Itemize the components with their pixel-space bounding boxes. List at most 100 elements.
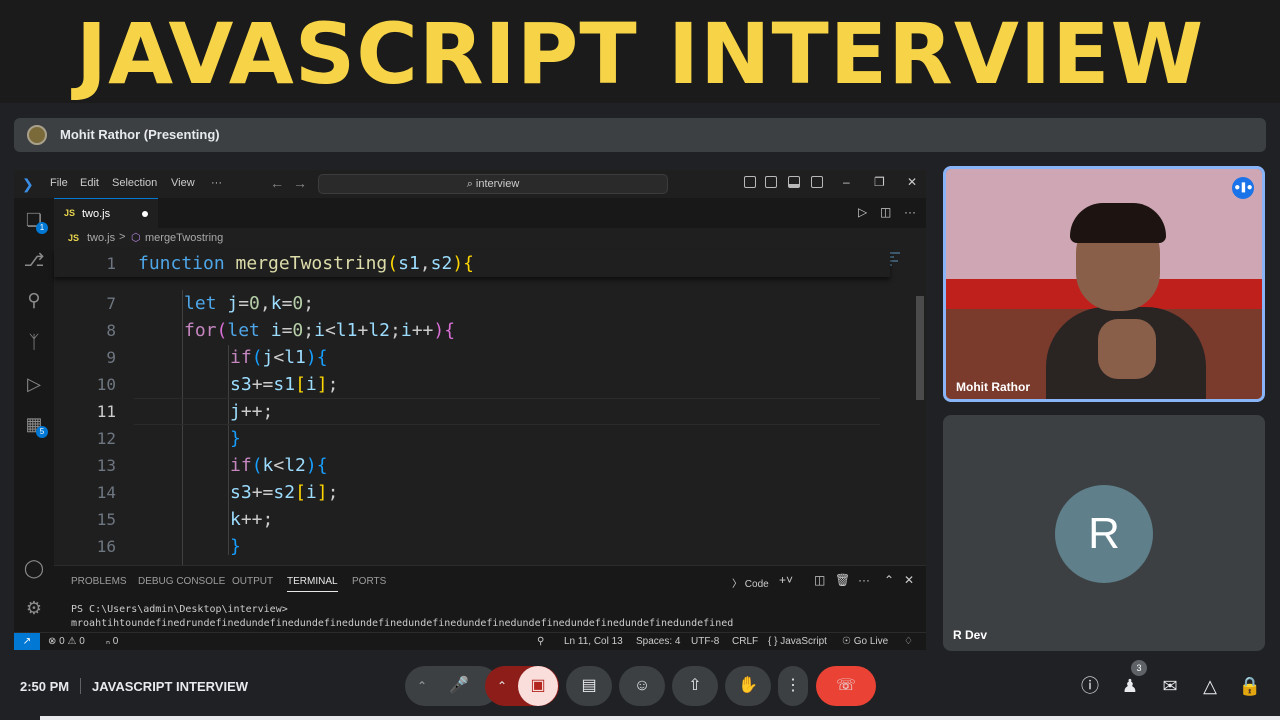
more-options-button[interactable]: ⋮ [778, 666, 808, 706]
settings-gear-icon[interactable]: ⚙ [22, 596, 46, 620]
code-line-7: 7 let j=0,k=0; [54, 290, 890, 317]
meeting-info-icon[interactable]: ⓘ [1078, 674, 1102, 698]
line-number: 11 [96, 402, 116, 421]
host-controls-icon[interactable]: 🔒 [1238, 674, 1262, 698]
editor-more-icon[interactable]: ··· [904, 205, 916, 219]
status-eol[interactable]: CRLF [732, 636, 758, 647]
minimize-icon[interactable]: – [843, 175, 850, 189]
code-line-12: 12 } [54, 425, 890, 452]
extensions-icon[interactable]: ▦ 5 [22, 412, 48, 438]
toggle-panel-icon[interactable] [788, 176, 800, 188]
close-panel-icon[interactable]: ✕ [904, 573, 914, 587]
raise-hand-button[interactable]: ✋ [725, 666, 771, 706]
restore-icon[interactable]: ❐ [874, 175, 885, 189]
new-terminal-icon[interactable]: +˅ [779, 573, 793, 587]
present-screen-button[interactable]: ⇧ [672, 666, 718, 706]
chat-icon[interactable]: ✉ [1158, 674, 1182, 698]
panel-tab-ports[interactable]: PORTS [352, 576, 386, 587]
meeting-time: 2:50 PM [20, 679, 70, 694]
participant-tile-mohit[interactable]: ●❚● Mohit Rathor [943, 166, 1265, 402]
panel-tab-problems[interactable]: PROBLEMS [71, 576, 127, 587]
hand-icon: ✋ [738, 677, 758, 694]
toggle-sidebar-icon[interactable] [765, 176, 777, 188]
close-window-icon[interactable]: ✕ [907, 175, 917, 189]
remote-indicator-icon[interactable]: ↗ [14, 633, 40, 650]
unsaved-dot-icon[interactable] [142, 211, 148, 217]
line-number: 9 [106, 348, 116, 367]
command-center-search[interactable]: ⌕ interview [318, 174, 668, 194]
captions-button[interactable]: ▤ [566, 666, 612, 706]
account-icon[interactable]: ◯ [22, 556, 46, 580]
tab-label: two.js [82, 208, 111, 220]
emoji-reactions-button[interactable]: ☺ [619, 666, 665, 706]
breadcrumb-separator: > [119, 231, 126, 243]
status-indentation[interactable]: Spaces: 4 [636, 636, 680, 647]
forward-arrow-icon[interactable]: → [293, 175, 307, 191]
camera-off-button[interactable]: ▣ [518, 666, 558, 706]
run-file-icon[interactable]: ▷ [858, 205, 867, 219]
people-icon[interactable]: ♟ [1118, 674, 1142, 698]
tab-two-js[interactable]: JS two.js [54, 198, 158, 228]
breadcrumb-symbol[interactable]: mergeTwostring [145, 232, 223, 244]
source-tree-icon[interactable]: ⎇ [22, 248, 46, 272]
status-encoding[interactable]: UTF-8 [691, 636, 719, 647]
editor-scrollbar[interactable] [916, 296, 924, 400]
audio-options-chevron-icon[interactable]: ⌃ [417, 666, 427, 706]
speaking-indicator-icon: ●❚● [1232, 177, 1254, 199]
menu-edit[interactable]: Edit [80, 177, 99, 189]
go-live-button[interactable]: ☉ Go Live [842, 636, 888, 647]
microphone-icon[interactable]: 🎤 [449, 666, 469, 706]
status-problems[interactable]: ⊗ 0 ⚠ 0 [48, 636, 85, 647]
zoom-icon[interactable]: ⚲ [537, 636, 544, 647]
code-line-10: 10 s3+=s1[i]; [54, 371, 890, 398]
more-vert-icon: ⋮ [785, 677, 801, 694]
present-icon: ⇧ [688, 677, 702, 694]
source-control-icon[interactable]: ᛉ [22, 330, 46, 354]
panel-tab-terminal[interactable]: TERMINAL [287, 576, 338, 592]
participant-name: Mohit Rathor [956, 380, 1030, 394]
search-icon[interactable]: ⚲ [22, 288, 46, 312]
code-editor[interactable]: 1 function mergeTwostring(s1,s2){ 7 let … [54, 250, 926, 565]
panel-tab-debug-console[interactable]: DEBUG CONSOLE [138, 576, 225, 587]
code-line-16: 16 } [54, 533, 890, 560]
maximize-panel-icon[interactable]: ⌃ [884, 573, 894, 587]
split-editor-icon[interactable]: ◫ [880, 205, 891, 219]
toggle-secondary-sidebar-icon[interactable] [811, 176, 823, 188]
leave-call-button[interactable]: ☏ [816, 666, 876, 706]
sticky-scroll-line[interactable]: 1 function mergeTwostring(s1,s2){ [54, 250, 890, 277]
split-terminal-icon[interactable]: ◫ [814, 573, 825, 587]
menu-view[interactable]: View [171, 177, 195, 189]
customize-layout-icon[interactable] [744, 176, 756, 188]
activities-icon[interactable]: △ [1198, 674, 1222, 698]
panel-more-icon[interactable]: ··· [858, 573, 870, 587]
notifications-bell-icon[interactable]: ♢ [904, 636, 913, 647]
video-options-chevron-icon[interactable]: ⌃ [497, 666, 507, 706]
breadcrumb-file[interactable]: two.js [87, 232, 115, 244]
menu-file[interactable]: File [50, 177, 68, 189]
participant-tile-r-dev[interactable]: R R Dev [943, 415, 1265, 651]
hang-up-icon: ☏ [835, 677, 856, 694]
camera-off-icon: ▣ [530, 677, 546, 694]
code-text: for(let i=0;i<l1+l2;i++){ [184, 320, 456, 341]
presenting-label: Mohit Rathor (Presenting) [60, 127, 220, 142]
bottom-progress-line [40, 716, 1280, 720]
menu-selection[interactable]: Selection [112, 177, 157, 189]
line-number: 7 [106, 294, 116, 313]
menu-more[interactable]: ··· [211, 177, 222, 189]
status-ports[interactable]: ₙ 0 [106, 636, 118, 647]
back-arrow-icon[interactable]: ← [270, 175, 284, 191]
code-text: let j=0,k=0; [184, 293, 315, 314]
vscode-logo-icon: ❯ [22, 176, 34, 192]
terminal-shell-label: Code [744, 579, 769, 590]
emoji-icon: ☺ [633, 677, 651, 694]
presenting-bar: Mohit Rathor (Presenting) [14, 118, 1266, 152]
panel-tab-output[interactable]: OUTPUT [232, 576, 273, 587]
explorer-icon[interactable]: ❏ 1 [22, 208, 48, 234]
kill-terminal-icon[interactable]: 🗑 [835, 573, 850, 587]
status-cursor-position[interactable]: Ln 11, Col 13 [564, 636, 623, 647]
run-debug-icon[interactable]: ▷ [22, 372, 46, 396]
terminal-shell-selector[interactable]: 〉 Code [732, 575, 769, 590]
editor-tabbar: JS two.js ▷ ◫ ··· [54, 198, 926, 228]
status-language[interactable]: { } JavaScript [768, 636, 827, 647]
line-number: 13 [96, 456, 116, 475]
